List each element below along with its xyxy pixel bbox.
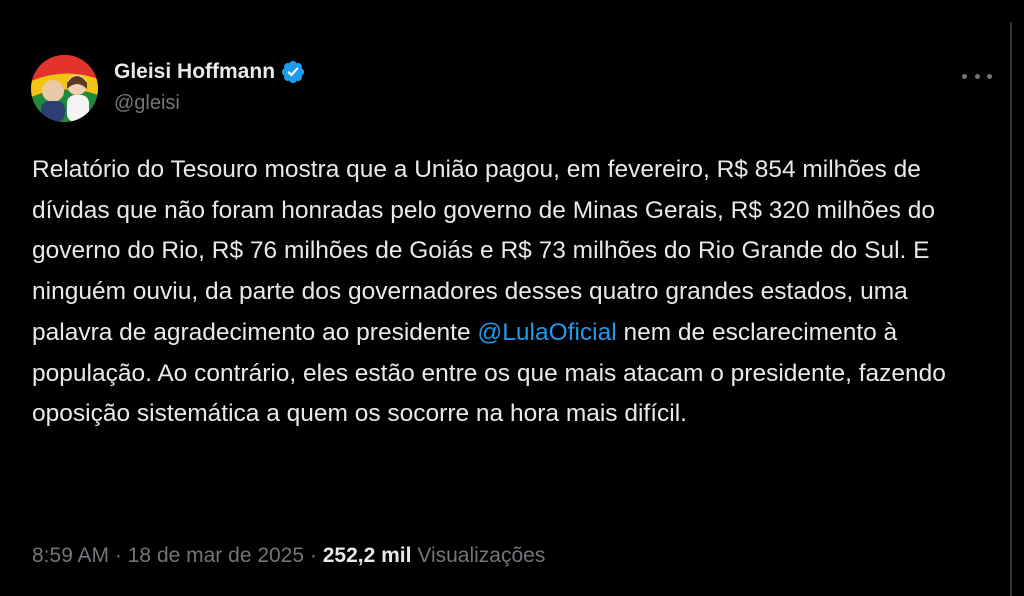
tweet-text: Relatório do Tesouro mostra que a União … bbox=[32, 150, 972, 435]
separator: · bbox=[114, 544, 122, 567]
tweet-time[interactable]: 8:59 AM bbox=[32, 544, 109, 567]
separator: · bbox=[309, 544, 317, 567]
views-count: 252,2 mil bbox=[322, 544, 412, 567]
verified-badge-icon[interactable] bbox=[280, 59, 306, 85]
more-options-icon[interactable] bbox=[960, 66, 994, 86]
author-name-row[interactable]: Gleisi Hoffmann bbox=[114, 57, 306, 87]
tweet-text-part-1: Relatório do Tesouro mostra que a União … bbox=[32, 156, 935, 346]
tweet-date[interactable]: 18 de mar de 2025 bbox=[128, 544, 304, 567]
author-display-name[interactable]: Gleisi Hoffmann bbox=[114, 60, 275, 84]
mention-link[interactable]: @LulaOficial bbox=[477, 319, 616, 346]
author-handle[interactable]: @gleisi bbox=[114, 92, 180, 115]
views-label: Visualizações bbox=[417, 544, 546, 567]
tweet-card[interactable]: Gleisi Hoffmann @gleisi Relatório do Tes… bbox=[0, 22, 1012, 596]
tweet-metadata: 8:59 AM · 18 de mar de 2025 · 252,2 mil … bbox=[32, 544, 545, 568]
avatar[interactable] bbox=[31, 55, 98, 122]
avatar-image bbox=[31, 55, 98, 122]
